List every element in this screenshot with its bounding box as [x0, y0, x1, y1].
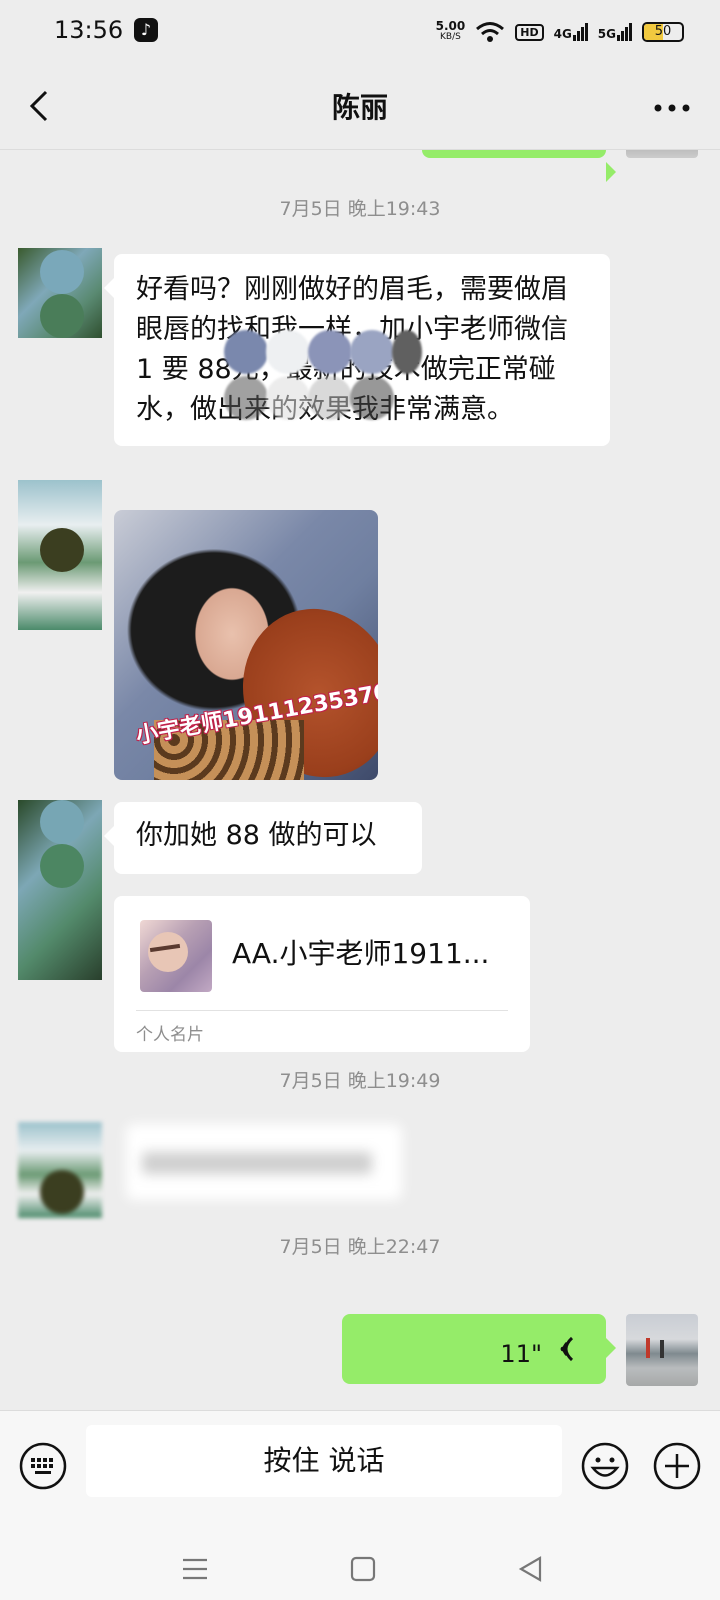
contact-avatar[interactable]: [18, 1122, 102, 1218]
voice-wave-icon: [560, 1336, 574, 1362]
timestamp: 7月5日 晚上19:43: [279, 198, 441, 220]
network-speed-value: 5.00: [435, 19, 466, 33]
incoming-text-bubble[interactable]: 你加她 88 做的可以: [104, 802, 422, 874]
signal-5g-label: 5G: [597, 27, 616, 41]
contact-card-name: AA.小宇老师1911...: [232, 937, 490, 970]
self-avatar[interactable]: [626, 1314, 698, 1386]
voice-duration: 11": [500, 1340, 542, 1368]
cropped-self-avatar[interactable]: [626, 150, 698, 158]
battery-level: 50: [654, 24, 672, 39]
timestamp: 7月5日 晚上22:47: [279, 1236, 441, 1258]
network-speed-unit: KB/S: [440, 32, 461, 42]
redaction-overlay: [224, 330, 422, 374]
voice-message-bubble[interactable]: 11": [342, 1314, 616, 1384]
blurred-text: [142, 1152, 372, 1174]
cropped-outgoing-bubble[interactable]: [422, 150, 616, 182]
contact-card-avatar: [140, 920, 212, 992]
blurred-incoming-bubble[interactable]: [126, 1124, 402, 1200]
plus-icon[interactable]: [652, 1441, 702, 1491]
home-icon[interactable]: [348, 1554, 378, 1584]
status-bar: 13:56 ♪ 5.00 KB/S HD 4G 5G 50: [0, 0, 720, 64]
hold-to-talk-button[interactable]: 按住 说话: [86, 1425, 562, 1497]
chat-message-list[interactable]: 7月5日 晚上19:43 好看吗？刚刚做好的眉毛，需要做眉眼唇的找和我一样，加小…: [0, 150, 720, 1410]
signal-5g-icon: 5G: [598, 23, 632, 41]
status-time: 13:56: [54, 16, 124, 44]
hd-voice-icon: HD: [515, 23, 544, 41]
contact-card-label: 个人名片: [136, 1025, 204, 1045]
system-navigation-bar: [0, 1514, 720, 1600]
contact-card-message[interactable]: AA.小宇老师1911... 个人名片: [114, 896, 530, 1052]
street-scene-detail: [646, 1338, 650, 1358]
contact-avatar[interactable]: [18, 248, 102, 338]
signal-4g-icon: 4G: [554, 23, 588, 41]
street-scene-detail: [660, 1340, 664, 1358]
battery-icon: 50: [642, 22, 684, 42]
emoji-icon[interactable]: [580, 1441, 630, 1491]
signal-4g-label: 4G: [553, 27, 572, 41]
contact-avatar[interactable]: [18, 800, 102, 980]
keyboard-icon[interactable]: [18, 1441, 68, 1491]
tiktok-notification-icon: ♪: [134, 18, 158, 42]
redaction-overlay: [224, 376, 394, 420]
chat-header: 陈丽: [0, 64, 720, 150]
timestamp: 7月5日 晚上19:49: [279, 1070, 441, 1092]
divider: [136, 1010, 508, 1011]
image-message[interactable]: 小宇老师19111235370: [114, 510, 378, 780]
selfie-photo: 小宇老师19111235370: [114, 510, 378, 780]
back-triangle-icon[interactable]: [516, 1554, 546, 1584]
more-options-icon[interactable]: [650, 88, 694, 128]
wifi-icon: [476, 22, 505, 42]
chat-title: 陈丽: [331, 91, 388, 124]
contact-avatar[interactable]: [18, 480, 102, 630]
network-speed: 5.00 KB/S: [435, 19, 466, 43]
chat-input-bar: 按住 说话: [0, 1410, 720, 1514]
status-indicators: 5.00 KB/S HD 4G 5G 50: [436, 18, 684, 46]
message-text: 你加她 88 做的可以: [136, 820, 377, 851]
menu-icon[interactable]: [180, 1554, 210, 1584]
